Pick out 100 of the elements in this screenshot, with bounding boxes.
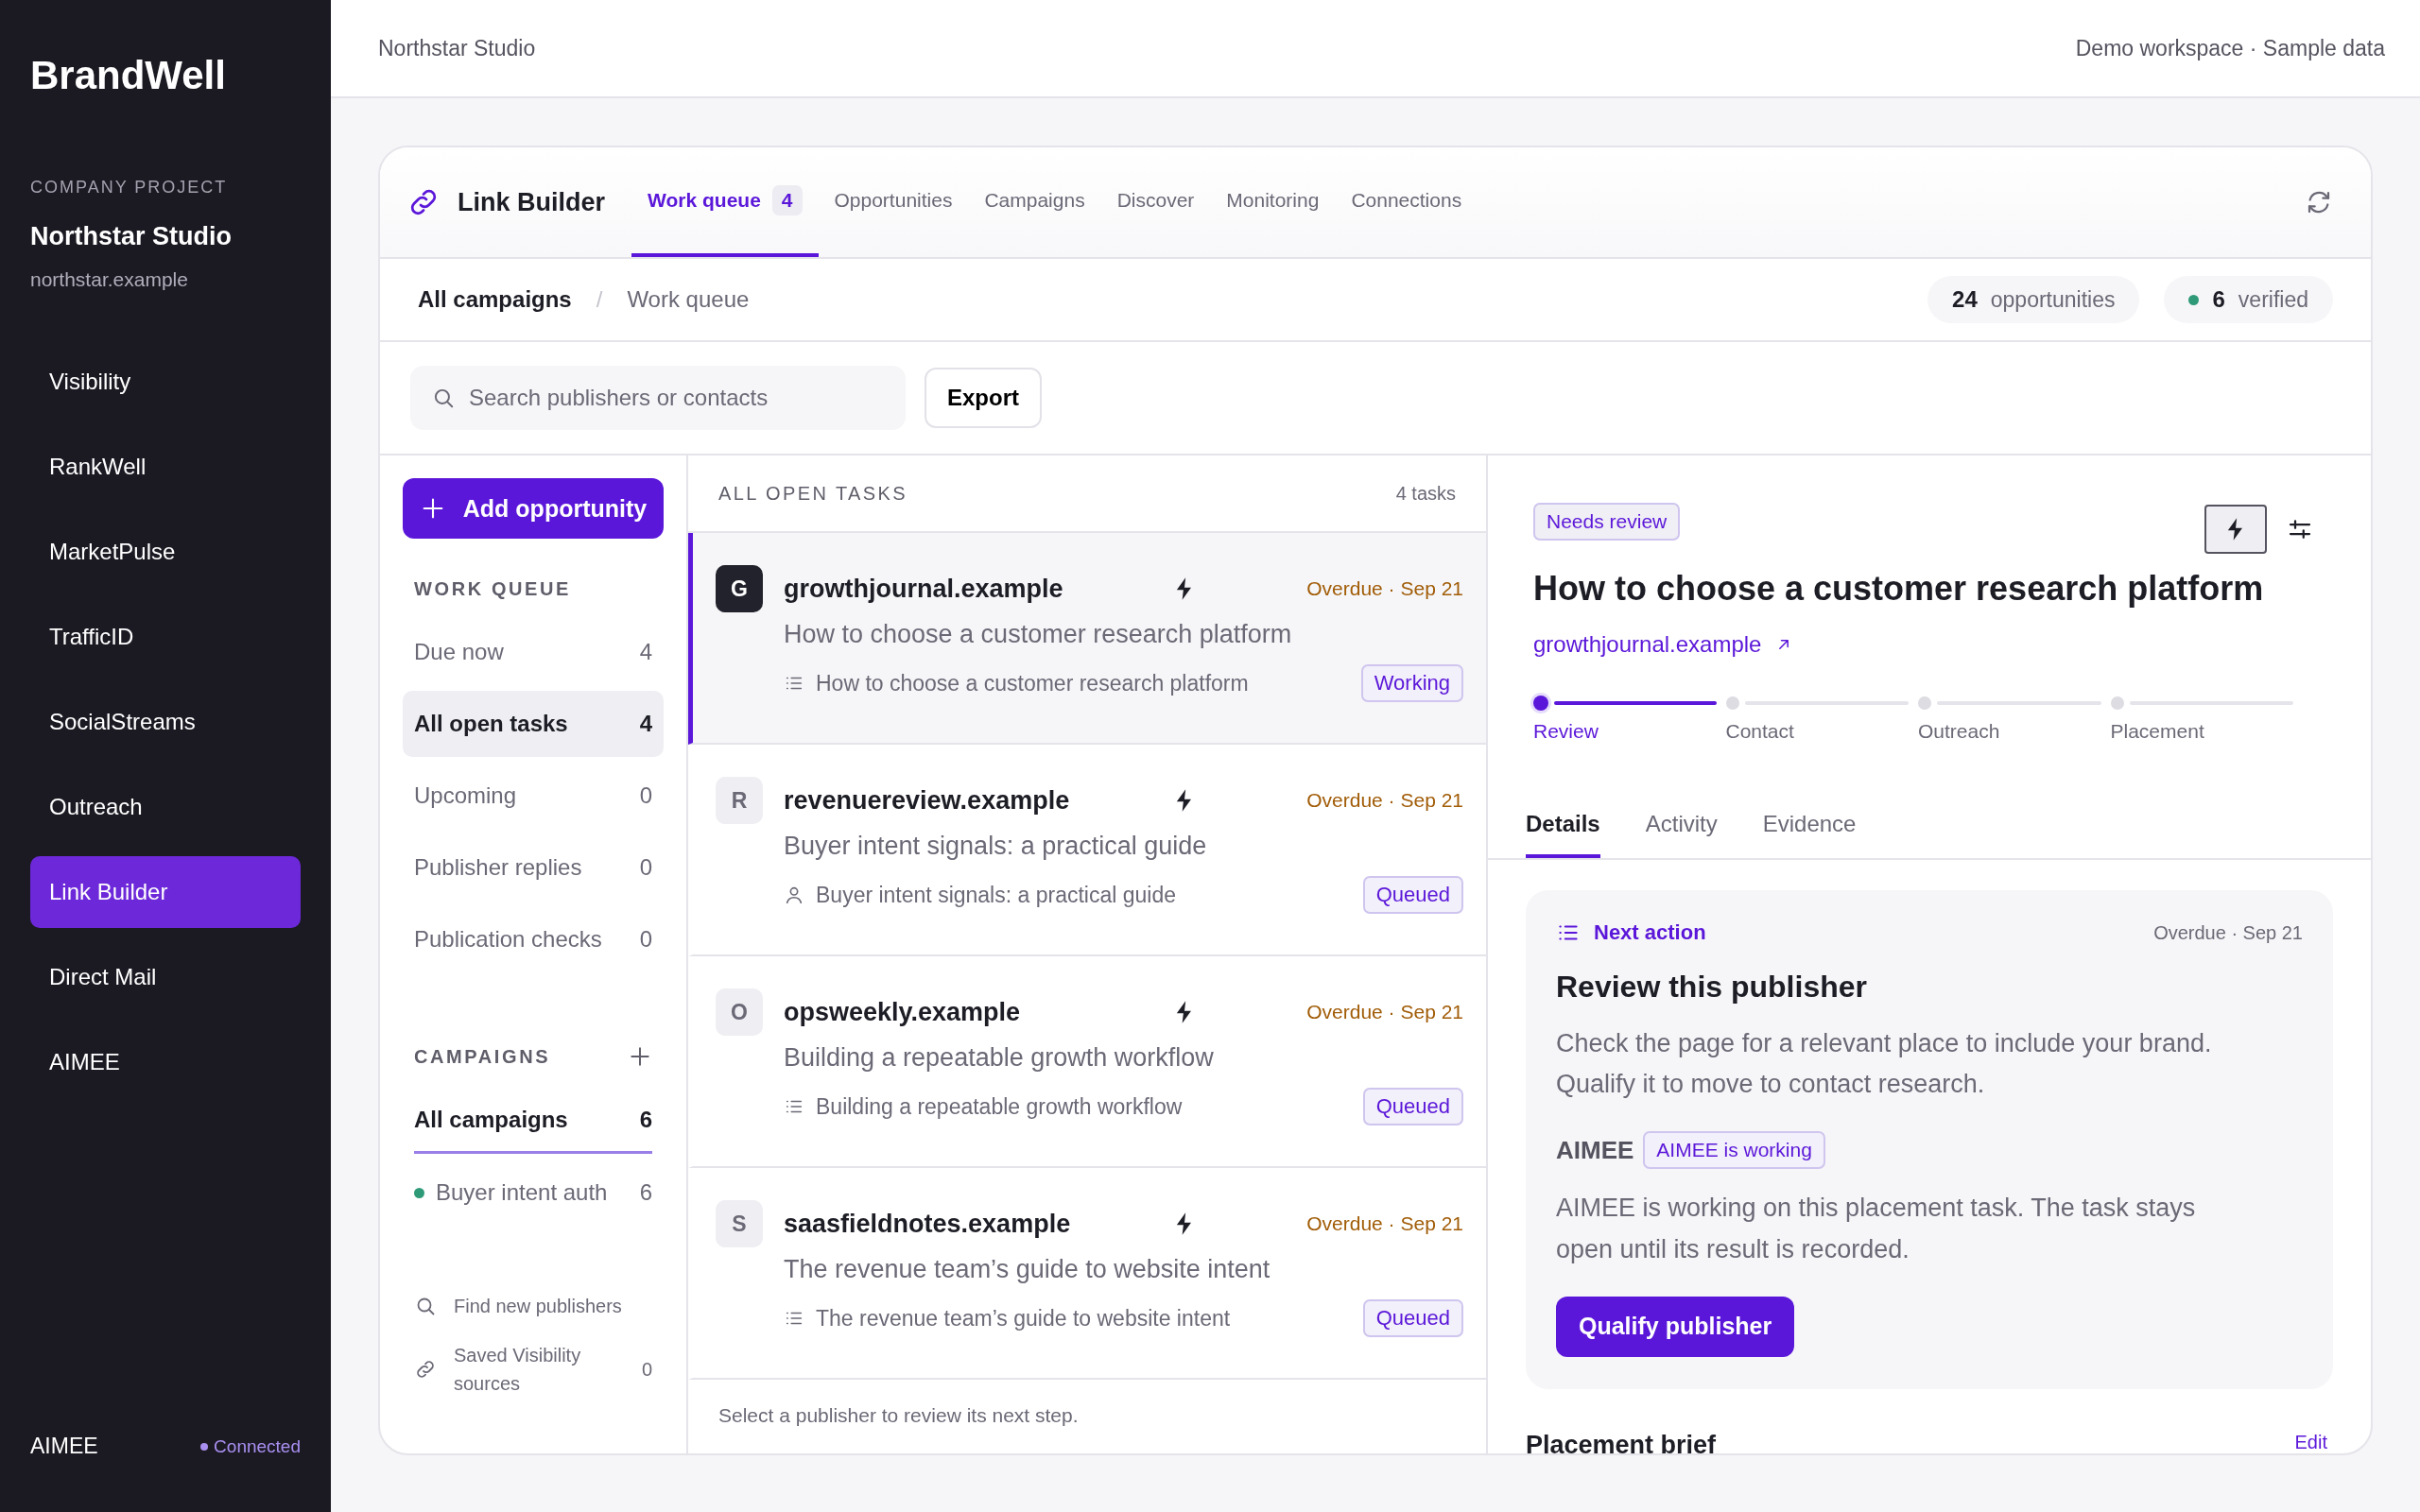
- publisher-avatar: R: [716, 777, 763, 824]
- publisher-link[interactable]: growthjournal.example: [1533, 631, 1762, 658]
- list-hint: Select a publisher to review its next step.: [717, 1403, 1080, 1428]
- due-date: Overdue · Sep 21: [1306, 1212, 1463, 1235]
- agent-name: AIMEE: [1556, 1135, 1634, 1165]
- sidebar-item[interactable]: Visibility: [30, 346, 301, 418]
- task-row[interactable]: R revenuereview.example Overdue · Sep 21 Buyer intent signals: a practical guide Buyer intent signals: a practical guide Queued: [688, 745, 1486, 956]
- module-tab[interactable]: Connections: [1335, 147, 1478, 257]
- task-row[interactable]: S saasfieldnotes.example Overdue · Sep 21 The revenue team’s guide to website intent The revenue team’s guide to website intent Queued: [688, 1168, 1486, 1380]
- publisher-domain: opsweekly.example: [784, 997, 1022, 1027]
- task-subtitle: The revenue team’s guide to website intent: [816, 1305, 1231, 1332]
- section-label: COMPANY PROJECT: [30, 178, 229, 198]
- link-icon: [414, 1358, 437, 1381]
- assistant-label: AIMEE: [30, 1434, 98, 1459]
- section-label: WORK QUEUE: [414, 578, 571, 600]
- agent-note: AIMEE is working on this placement task. The task stays open until its result is recorded.: [1556, 1193, 2197, 1265]
- breadcrumb-separator: /: [596, 286, 603, 313]
- due-date: Overdue · Sep 21: [2153, 921, 2303, 944]
- detail-tab[interactable]: Details: [1526, 811, 1600, 858]
- due-date: Overdue · Sep 21: [1306, 789, 1463, 812]
- queue-filter[interactable]: Due now 4: [403, 619, 664, 685]
- step-label: Contact: [1725, 720, 1795, 743]
- publisher-avatar: O: [716, 988, 763, 1036]
- task-title: Building a repeatable growth workflow: [784, 1043, 1215, 1073]
- sidebar-item[interactable]: TrafficID: [30, 601, 301, 673]
- step-label: Placement: [2110, 720, 2205, 743]
- count-badge: 4: [771, 185, 803, 215]
- sidebar-item[interactable]: RankWell: [30, 431, 301, 503]
- detail-tab[interactable]: Activity: [1645, 811, 1718, 858]
- project-name: Northstar Studio: [30, 222, 233, 251]
- next-action-label: Next action: [1594, 920, 1706, 945]
- workspace-meta: Demo workspace · Sample data: [2075, 35, 2385, 61]
- stat-value: 6: [2212, 286, 2225, 313]
- export-button[interactable]: Export: [925, 368, 1042, 428]
- breadcrumb-current: Work queue: [627, 286, 750, 313]
- task-title: How to choose a customer research platform: [784, 620, 1293, 649]
- module-tab[interactable]: Discover: [1100, 147, 1211, 257]
- due-date: Overdue · Sep 21: [1306, 1001, 1463, 1023]
- project-domain: northstar.example: [30, 268, 189, 291]
- detail-title: How to choose a customer research platform: [1533, 569, 2265, 609]
- stat-value: 24: [1952, 286, 1978, 313]
- queue-filter[interactable]: Publication checks 0: [403, 906, 664, 972]
- sidebar-link[interactable]: Saved Visibility sources: [454, 1341, 625, 1398]
- status-badge: Queued: [1362, 1088, 1463, 1125]
- status-badge: AIMEE is working: [1643, 1131, 1825, 1170]
- queue-filter[interactable]: Upcoming 0: [403, 763, 664, 829]
- list-heading: ALL OPEN TASKS: [718, 482, 908, 505]
- task-title: Buyer intent signals: a practical guide: [784, 832, 1208, 861]
- status-badge: Queued: [1362, 1299, 1463, 1337]
- edit-link[interactable]: Edit: [2289, 1430, 2333, 1453]
- sidebar-item[interactable]: SocialStreams: [30, 686, 301, 758]
- publisher-domain: growthjournal.example: [784, 574, 1064, 604]
- publisher-domain: revenuereview.example: [784, 785, 1071, 816]
- detail-tab[interactable]: Evidence: [1762, 811, 1857, 858]
- module-tab[interactable]: Opportunities: [818, 147, 969, 257]
- status-dot: [200, 1442, 209, 1451]
- step-label: Review: [1533, 720, 1599, 743]
- task-subtitle: Buyer intent signals: a practical guide: [816, 882, 1176, 908]
- queue-filter[interactable]: All open tasks 4: [403, 691, 664, 757]
- stat-label: verified: [2238, 286, 2308, 313]
- section-label: CAMPAIGNS: [414, 1045, 551, 1068]
- status-badge: Working: [1360, 664, 1463, 702]
- sidebar-link[interactable]: Find new publishers: [454, 1292, 652, 1320]
- qualify-publisher-button[interactable]: Qualify publisher: [1556, 1296, 1795, 1357]
- brand-logo: BrandWell: [30, 53, 227, 98]
- action-description: Check the page for a relevant place to include your brand. Qualify it to move to contact research.: [1556, 1028, 2213, 1101]
- task-count: 4 tasks: [1395, 482, 1456, 505]
- sidebar-item[interactable]: Outreach: [30, 771, 301, 843]
- publisher-avatar: G: [716, 565, 763, 612]
- count-label: 0: [641, 1358, 652, 1382]
- search-field[interactable]: Search publishers or contacts: [410, 366, 906, 430]
- sidebar-item[interactable]: MarketPulse: [30, 516, 301, 588]
- publisher-domain: saasfieldnotes.example: [784, 1209, 1072, 1239]
- due-date: Overdue · Sep 21: [1306, 577, 1463, 600]
- section-title: Placement brief: [1526, 1430, 1717, 1453]
- status-badge: Needs review: [1533, 503, 1681, 541]
- campaign-filter[interactable]: All campaigns 6: [414, 1088, 652, 1154]
- step-label: Outreach: [1918, 720, 2001, 743]
- sidebar-item[interactable]: Link Builder: [30, 856, 301, 928]
- task-row[interactable]: O opsweekly.example Overdue · Sep 21 Building a repeatable growth workflow Building a repeatable growth workflow Queued: [688, 956, 1486, 1168]
- module-tab[interactable]: Campaigns: [968, 147, 1101, 257]
- module-title: Link Builder: [458, 187, 605, 217]
- sidebar-item[interactable]: AIMEE: [30, 1026, 301, 1098]
- queue-filter[interactable]: Publisher replies 0: [403, 834, 664, 901]
- task-row[interactable]: G growthjournal.example Overdue · Sep 21 How to choose a customer research platform How to choose a customer research platform Working: [688, 533, 1486, 745]
- breadcrumb-link[interactable]: All campaigns: [418, 286, 572, 313]
- status-badge: Queued: [1362, 876, 1463, 914]
- task-title: The revenue team’s guide to website intent: [784, 1255, 1271, 1284]
- task-subtitle: Building a repeatable growth workflow: [816, 1093, 1183, 1120]
- add-opportunity-button[interactable]: Add opportunity: [403, 478, 664, 539]
- campaign-filter[interactable]: Buyer intent auth 6: [403, 1160, 664, 1226]
- module-tab[interactable]: Work queue 4: [631, 147, 819, 257]
- sidebar-item[interactable]: Direct Mail: [30, 941, 301, 1013]
- lightning-button[interactable]: [2204, 505, 2267, 554]
- person-icon: [784, 885, 804, 905]
- stat-label: opportunities: [1990, 286, 2116, 313]
- module-tab[interactable]: Monitoring: [1210, 147, 1336, 257]
- task-subtitle: How to choose a customer research platform: [816, 670, 1249, 696]
- connection-status: Connected: [214, 1435, 301, 1457]
- action-title: Review this publisher: [1556, 970, 1868, 1005]
